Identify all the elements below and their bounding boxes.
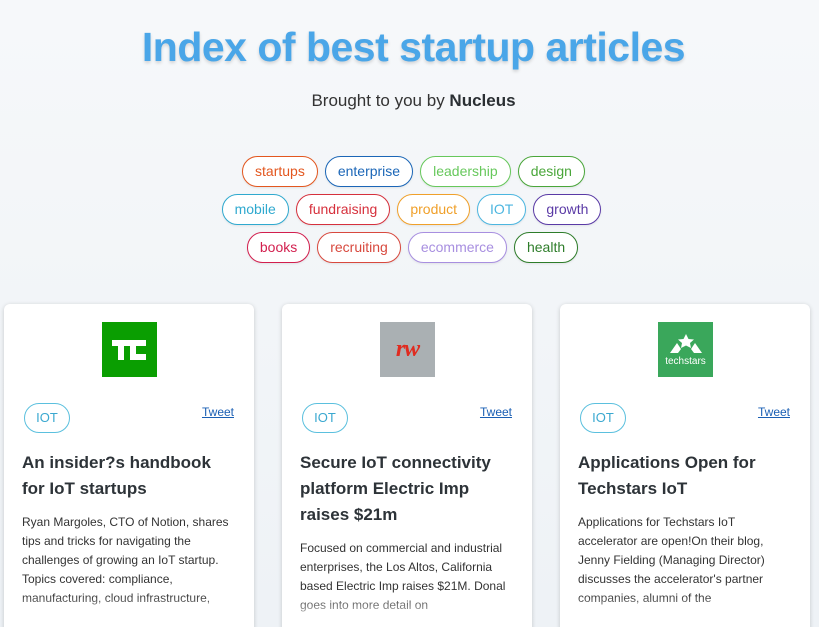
tweet-link[interactable]: Tweet	[480, 405, 512, 419]
page-subtitle: Brought to you by Nucleus	[0, 91, 819, 111]
readwrite-icon: rw	[395, 336, 420, 362]
fade-overlay	[560, 594, 810, 627]
readwrite-logo: rw	[380, 322, 435, 377]
article-card[interactable]: techstars IOT Tweet Applications Open fo…	[560, 304, 810, 627]
article-card[interactable]: rw IOT Tweet Secure IoT connectivity pla…	[282, 304, 532, 627]
article-card[interactable]: IOT Tweet An insider?s handbook for IoT …	[4, 304, 254, 627]
brand-name[interactable]: Nucleus	[449, 91, 515, 110]
article-title[interactable]: Applications Open for Techstars IoT	[578, 450, 793, 502]
tweet-link[interactable]: Tweet	[758, 405, 790, 419]
tag-iot[interactable]: IOT	[477, 194, 527, 225]
article-title[interactable]: Secure IoT connectivity platform Electri…	[300, 450, 515, 528]
tag-row: mobile fundraising product IOT growth	[4, 194, 819, 225]
tag-enterprise[interactable]: enterprise	[324, 156, 414, 187]
card-tag-iot[interactable]: IOT	[302, 403, 348, 433]
tweet-link[interactable]: Tweet	[202, 405, 234, 419]
page-title: Index of best startup articles	[141, 24, 686, 70]
tag-health[interactable]: health	[513, 232, 579, 263]
techstars-icon	[669, 333, 702, 353]
fade-overlay	[4, 594, 254, 627]
subtitle-prefix: Brought to you by	[311, 91, 450, 110]
techcrunch-icon	[111, 339, 146, 360]
techcrunch-logo	[102, 322, 157, 377]
tag-row: books recruiting ecommerce health	[6, 232, 819, 263]
card-tag-iot[interactable]: IOT	[24, 403, 70, 433]
tag-filter-cloud: startups enterprise leadership design mo…	[0, 156, 819, 270]
article-title[interactable]: An insider?s handbook for IoT startups	[22, 450, 237, 502]
tag-recruiting[interactable]: recruiting	[317, 232, 401, 263]
card-tag-iot[interactable]: IOT	[580, 403, 626, 433]
tag-books[interactable]: books	[246, 232, 311, 263]
fade-overlay	[282, 594, 532, 627]
tag-fundraising[interactable]: fundraising	[295, 194, 391, 225]
techstars-wordmark: techstars	[665, 355, 706, 367]
tag-growth[interactable]: growth	[533, 194, 602, 225]
tag-startups[interactable]: startups	[242, 156, 318, 187]
tag-leadership[interactable]: leadership	[420, 156, 511, 187]
tag-mobile[interactable]: mobile	[221, 194, 289, 225]
tag-row: startups enterprise leadership design	[8, 156, 819, 187]
tag-product[interactable]: product	[397, 194, 471, 225]
techstars-logo: techstars	[658, 322, 713, 377]
tag-design[interactable]: design	[517, 156, 585, 187]
tag-ecommerce[interactable]: ecommerce	[407, 232, 507, 263]
